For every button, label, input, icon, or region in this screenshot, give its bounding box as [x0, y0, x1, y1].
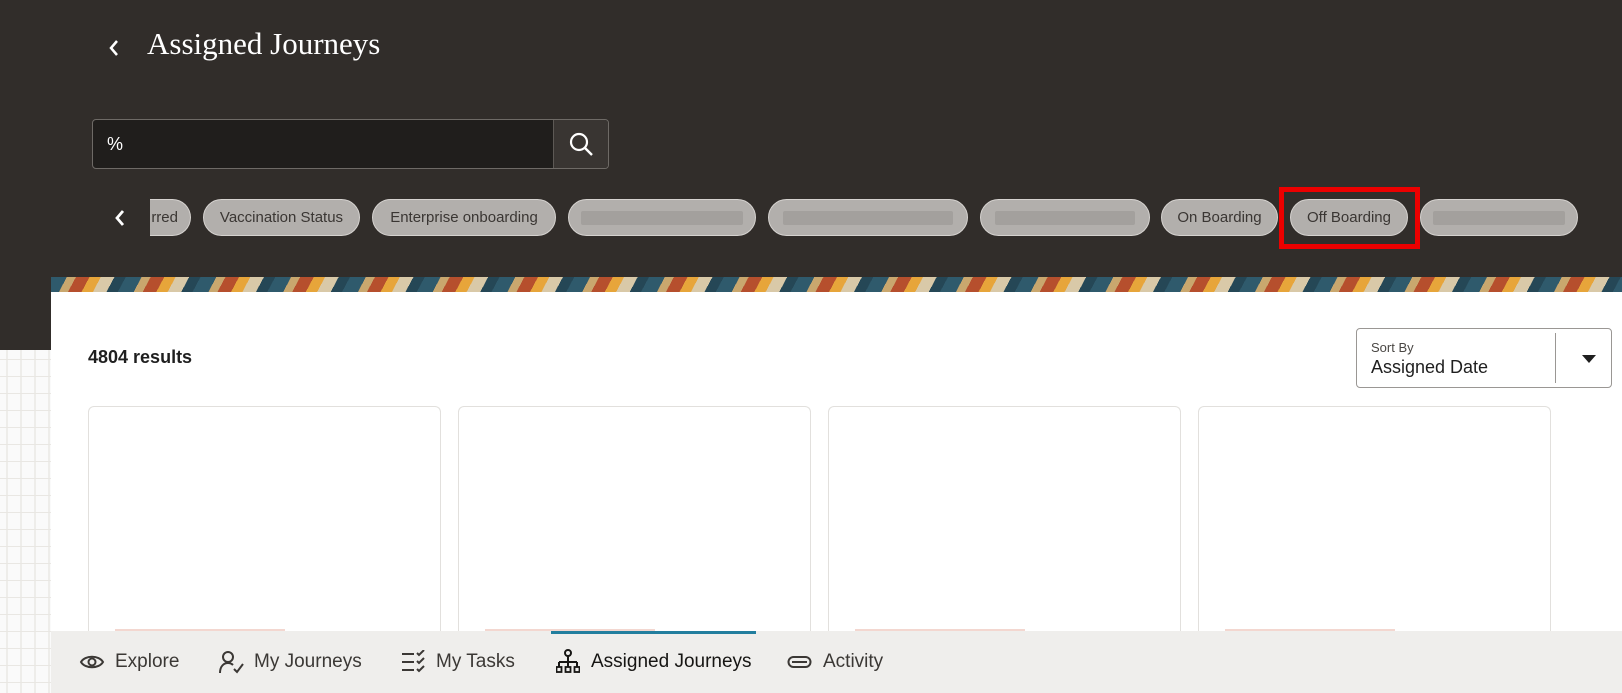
nav-label: Activity — [823, 651, 884, 672]
chevron-down-icon[interactable] — [1582, 355, 1596, 363]
org-chart-icon — [555, 649, 581, 675]
journey-card[interactable] — [1198, 406, 1551, 631]
back-button[interactable] — [100, 32, 128, 64]
nav-label: Assigned Journeys — [591, 651, 752, 672]
journey-card[interactable] — [458, 406, 811, 631]
person-check-icon — [218, 649, 244, 675]
eye-icon — [79, 649, 105, 675]
redacted-label — [995, 210, 1135, 225]
sort-value: Assigned Date — [1371, 357, 1489, 377]
nav-my-journeys[interactable]: My Journeys — [218, 631, 362, 693]
chip-label: Enterprise onboarding — [390, 209, 538, 226]
filter-chip-enterprise-onboarding[interactable]: Enterprise onboarding — [372, 199, 556, 236]
search-icon — [569, 132, 593, 156]
nav-label: My Tasks — [436, 651, 515, 672]
chips-scroll-left-button[interactable] — [108, 203, 132, 233]
filter-chip-vaccination-status[interactable]: Vaccination Status — [203, 199, 360, 236]
pill-icon — [787, 649, 813, 675]
journey-card[interactable] — [88, 406, 441, 631]
chip-label: Vaccination Status — [219, 209, 344, 226]
sort-by-select[interactable]: Sort By Assigned Date — [1356, 328, 1612, 388]
filter-chip-redacted[interactable] — [1420, 199, 1578, 236]
nav-label: My Journeys — [254, 651, 362, 672]
nav-activity[interactable]: Activity — [787, 631, 883, 693]
bottom-navigation: Explore My Journeys My Tasks Assigned Jo… — [51, 631, 1622, 693]
chevron-left-icon — [115, 210, 125, 226]
filter-chip-on-boarding[interactable]: On Boarding — [1161, 199, 1278, 236]
filter-chip-redacted[interactable] — [768, 199, 968, 236]
redacted-label — [783, 210, 953, 225]
chevron-left-icon — [109, 40, 118, 56]
highlight-annotation — [1279, 187, 1420, 249]
redacted-label — [1433, 210, 1565, 225]
sort-divider — [1555, 333, 1556, 383]
nav-label: Explore — [115, 651, 180, 672]
nav-my-tasks[interactable]: My Tasks — [400, 631, 515, 693]
chip-label: On Boarding — [1177, 209, 1262, 226]
redacted-label — [581, 210, 743, 225]
results-count: 4804 results — [88, 347, 193, 367]
filter-chip[interactable]: rred — [150, 199, 191, 236]
nav-explore[interactable]: Explore — [79, 631, 179, 693]
search-button[interactable] — [553, 120, 608, 168]
filter-chip-redacted[interactable] — [980, 199, 1150, 236]
journey-card[interactable] — [828, 406, 1181, 631]
checklist-icon — [400, 649, 426, 675]
filter-chip-redacted[interactable] — [568, 199, 756, 236]
chip-label: rred — [151, 209, 178, 226]
background-texture — [0, 350, 51, 693]
search-input[interactable] — [93, 120, 553, 168]
decorative-banner — [51, 277, 1622, 292]
sort-label: Sort By — [1371, 340, 1414, 355]
nav-assigned-journeys[interactable]: Assigned Journeys — [551, 631, 756, 693]
page-title: Assigned Journeys — [147, 26, 381, 61]
search-bar — [92, 119, 609, 169]
